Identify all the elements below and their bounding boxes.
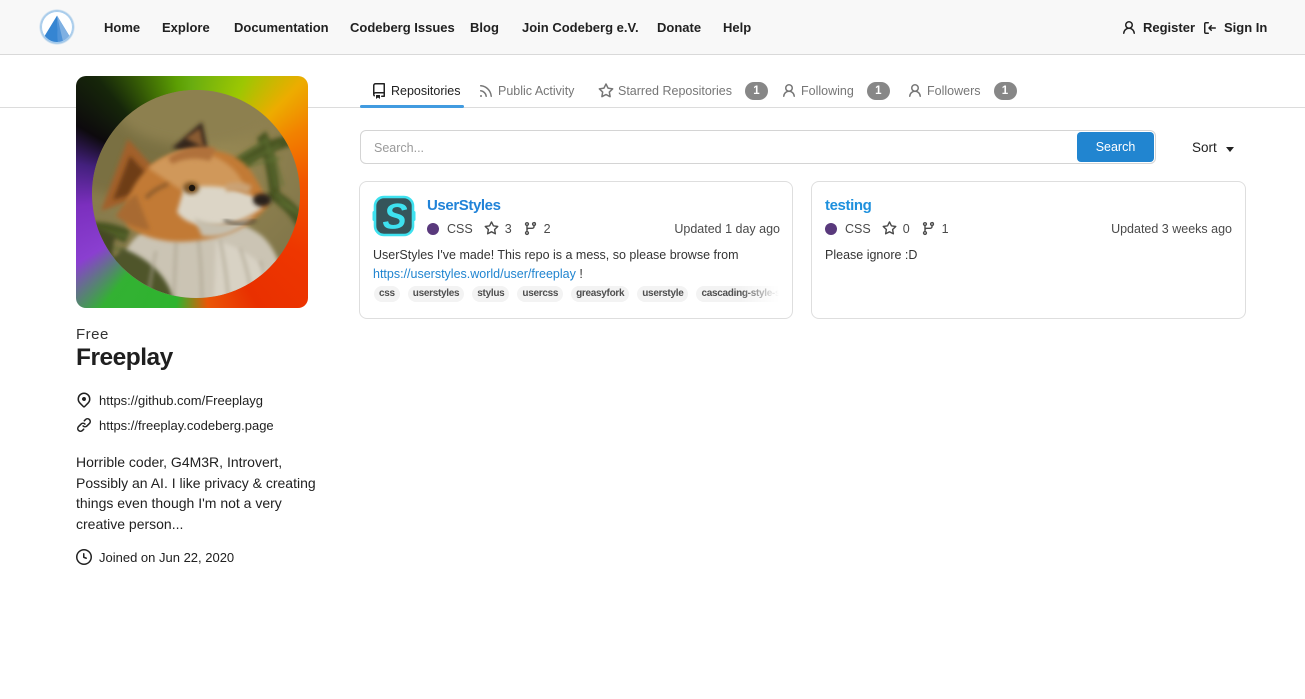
svg-text:S: S (382, 196, 409, 237)
